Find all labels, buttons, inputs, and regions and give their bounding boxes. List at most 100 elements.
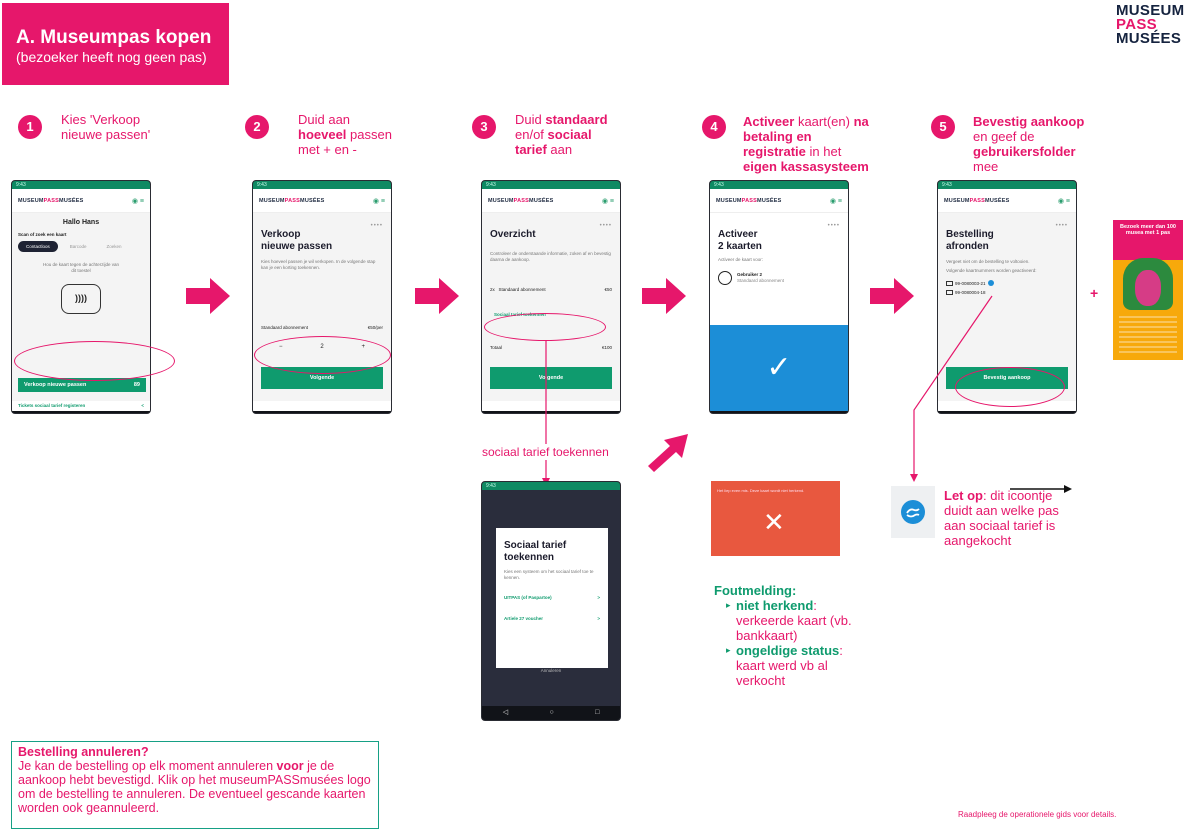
recents-icon[interactable]: □ — [823, 414, 827, 415]
order-row: 2x Standaard abonnement €50 — [490, 287, 612, 292]
recents-icon[interactable]: □ — [366, 414, 370, 415]
greeting: Hallo Hans — [62, 219, 100, 226]
app-bar: MUSEUMPASSMUSÉES ◉ ≡ — [12, 189, 150, 213]
step-2-text: Duid aan hoeveel passen met + en - — [298, 112, 392, 157]
modal-desc: Kies een systeem om het sociaal tarief t… — [504, 569, 594, 580]
screen-desc: Controleer de onderstaande informatie, z… — [490, 251, 611, 262]
error-item: niet herkend: verkeerde kaart (vb. bankk… — [726, 598, 864, 643]
success-checkmark-icon: ✓ — [710, 325, 848, 411]
footer-note: Raadpleeg de operationele gids voor deta… — [958, 810, 1117, 819]
home-icon[interactable]: ○ — [79, 414, 83, 415]
android-navbar: ◁ ○ □ — [12, 411, 150, 415]
user-icon — [718, 271, 732, 285]
screen-desc: Activeer de kaart voor: — [718, 257, 764, 262]
error-legend: Foutmelding: niet herkend: verkeerde kaa… — [714, 583, 864, 688]
progress-dots: •••• — [599, 223, 612, 229]
error-x-icon: ✕ — [763, 507, 785, 537]
android-navbar: ◁ ○ □ — [253, 411, 391, 415]
cancel-note-title: Bestelling annuleren? — [18, 745, 149, 759]
cancel-order-note: Bestelling annuleren? Je kan de bestelli… — [11, 741, 379, 829]
recents-icon[interactable]: □ — [595, 414, 599, 415]
app-logo[interactable]: MUSEUMPASSMUSÉES — [488, 198, 553, 204]
letop-icon-box — [891, 486, 935, 538]
flow-arrow — [186, 278, 230, 314]
phone-social-tariff: 9:43 Sociaal tarief toekennen Kies een sy… — [481, 481, 621, 721]
wifi-menu-icon[interactable]: ◉ ≡ — [602, 197, 614, 205]
home-icon[interactable]: ○ — [549, 709, 553, 716]
modal-dialog: Sociaal tarief toekennen Kies een systeem… — [496, 528, 608, 668]
step-4-badge: 4 — [702, 115, 726, 139]
highlight-ellipse — [254, 336, 391, 374]
error-message: Het liep even mis. Deze kaart wordt niet… — [717, 488, 805, 493]
step-1-badge: 1 — [18, 115, 42, 139]
step-5-badge: 5 — [931, 115, 955, 139]
scan-tabs: Contactloos Barcode Zoeken — [12, 237, 150, 256]
wifi-menu-icon[interactable]: ◉ ≡ — [1058, 197, 1070, 205]
back-icon[interactable]: ◁ — [33, 413, 38, 414]
letop-note: Let op: dit icoontje duidt aan welke pas… — [944, 488, 1059, 548]
app-logo[interactable]: MUSEUMPASSMUSÉES — [944, 198, 1009, 204]
plus-sign: + — [1090, 285, 1099, 301]
screen-title: Bestelling afronden — [946, 229, 994, 252]
app-bar: MUSEUMPASSMUSÉES ◉ ≡ — [938, 189, 1076, 213]
progress-dots: •••• — [370, 223, 383, 229]
cancel-link[interactable]: Annuleren — [482, 668, 620, 673]
screen-title: Overzicht — [490, 229, 536, 240]
modal-backdrop: Sociaal tarief toekennen Kies een systeem… — [482, 490, 620, 706]
page-subtitle: (bezoeker heeft nog geen pas) — [16, 49, 207, 65]
progress-dots: •••• — [1055, 223, 1068, 229]
highlight-ellipse — [484, 313, 606, 341]
app-bar: MUSEUMPASSMUSÉES ◉ ≡ — [482, 189, 620, 213]
back-icon[interactable]: ◁ — [503, 413, 508, 414]
home-icon[interactable]: ○ — [320, 414, 324, 415]
error-item: ongeldige status: kaart werd vb al verko… — [726, 643, 864, 688]
wifi-menu-icon[interactable]: ◉ ≡ — [373, 197, 385, 205]
back-icon[interactable]: ◁ — [274, 413, 279, 414]
title-banner: A. Museumpas kopen (bezoeker heeft nog g… — [2, 3, 229, 85]
error-screen: Het liep even mis. Deze kaart wordt niet… — [711, 481, 840, 556]
back-icon[interactable]: ◁ — [731, 413, 736, 414]
register-social-link[interactable]: Tickets sociaal tarief registeren < — [12, 401, 150, 411]
step-3-badge: 3 — [472, 115, 496, 139]
step-1-text: Kies 'Verkoop nieuwe passen' — [61, 112, 151, 142]
app-bar: MUSEUMPASSMUSÉES ◉ ≡ — [710, 189, 848, 213]
social-tariff-label: sociaal tarief toekennen — [480, 444, 611, 460]
android-navbar: ◁ ○ □ — [710, 411, 848, 415]
tab-search[interactable]: Zoeken — [99, 241, 130, 252]
step-5-text: Bevestig aankoop en geef de gebruikersfo… — [973, 114, 1085, 174]
flow-arrow — [642, 278, 686, 314]
app-logo[interactable]: MUSEUMPASSMUSÉES — [716, 198, 781, 204]
option-uitpas[interactable]: UITPAS (of Paspartoe) > — [504, 595, 600, 600]
page-title: A. Museumpas kopen — [16, 27, 212, 48]
folder-headline: Bezoek meer dan 100 musea met 1 pas — [1113, 220, 1183, 260]
tab-contactless[interactable]: Contactloos — [18, 241, 58, 252]
back-icon[interactable]: ◁ — [503, 708, 508, 716]
wifi-menu-icon[interactable]: ◉ ≡ — [830, 197, 842, 205]
scan-hint: Hou de kaart tegen de achterzijde van di… — [42, 262, 120, 273]
app-logo[interactable]: MUSEUMPASSMUSÉES — [18, 198, 83, 204]
museumpass-logo[interactable]: MUSEUM PASS MUSÉES — [1116, 3, 1192, 47]
tab-barcode[interactable]: Barcode — [62, 241, 95, 252]
product-row: Standaard abonnement €50/per — [261, 325, 383, 330]
option-artikel27[interactable]: Artiele 27 voucher > — [504, 616, 600, 621]
app-logo[interactable]: MUSEUMPASSMUSÉES — [259, 198, 324, 204]
screen-title: Activeer 2 kaarten — [718, 229, 762, 252]
step-4-text: Activeer kaart(en) na betaling en regist… — [743, 114, 869, 174]
app-bar: MUSEUMPASSMUSÉES ◉ ≡ — [253, 189, 391, 213]
recents-icon[interactable]: □ — [1051, 414, 1055, 415]
phone-step-2: 9:43 MUSEUMPASSMUSÉES ◉ ≡ •••• Verkoop ni… — [252, 180, 392, 414]
home-icon[interactable]: ○ — [777, 414, 781, 415]
connector-line — [910, 295, 993, 482]
screen-desc: Kies hoeveel passen je wil verkopen. In … — [261, 259, 376, 270]
connector-line — [542, 340, 550, 486]
recents-icon[interactable]: □ — [595, 709, 599, 716]
android-navbar: ◁ ○ □ — [482, 706, 620, 718]
diagonal-flow-arrow — [644, 432, 690, 472]
recents-icon[interactable]: □ — [125, 414, 129, 415]
screen-desc-2: Volgende kaartnummers worden geactiveerd… — [946, 268, 1037, 273]
logo-line-3: MUSÉES — [1116, 30, 1182, 47]
card-number-row: 99-0080003-21 — [946, 280, 1068, 286]
wifi-menu-icon[interactable]: ◉ ≡ — [132, 197, 144, 205]
social-tariff-icon — [901, 500, 925, 524]
user-row: Gebruiker 2 Standaard abonnement — [718, 271, 840, 285]
